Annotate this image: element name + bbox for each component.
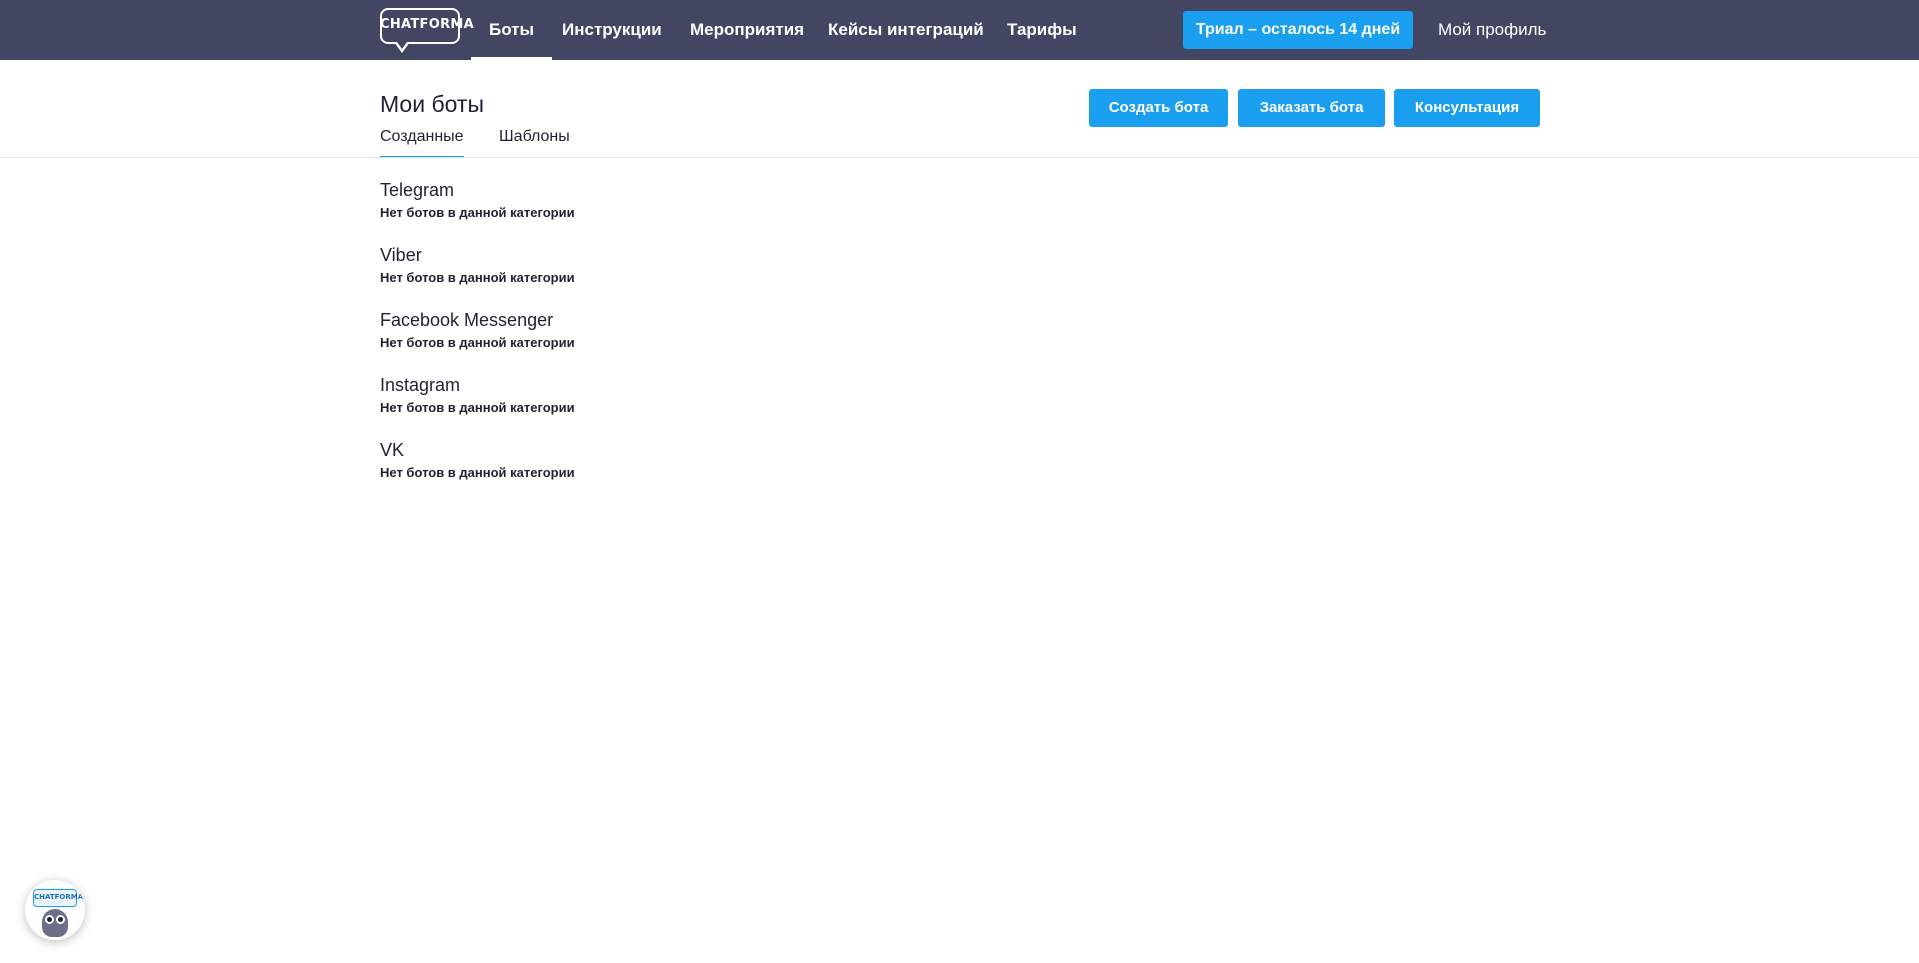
category-empty-message: Нет ботов в данной категории bbox=[380, 465, 575, 480]
page-title: Мои боты bbox=[380, 91, 484, 117]
category-empty-message: Нет ботов в данной категории bbox=[380, 205, 575, 220]
top-navbar: CHATFORMA Боты Инструкции Мероприятия Ке… bbox=[0, 0, 1919, 60]
category-empty-message: Нет ботов в данной категории bbox=[380, 270, 575, 285]
category-name: Telegram bbox=[380, 180, 455, 200]
profile-link[interactable]: Мой профиль bbox=[1438, 0, 1546, 60]
chatforma-logo[interactable]: CHATFORMA bbox=[380, 8, 474, 54]
category-name: Instagram bbox=[380, 375, 461, 395]
nav-link-events[interactable]: Мероприятия bbox=[690, 0, 804, 60]
category-vk: VK Нет ботов в данной категории bbox=[380, 439, 575, 481]
support-chat-widget[interactable]: CHATFORMA bbox=[25, 880, 85, 940]
create-bot-button[interactable]: Создать бота bbox=[1089, 89, 1228, 127]
category-name: VK bbox=[380, 440, 405, 460]
owl-eye-left bbox=[45, 915, 54, 924]
order-bot-button[interactable]: Заказать бота bbox=[1238, 89, 1385, 127]
category-name: Viber bbox=[380, 245, 422, 265]
category-viber: Viber Нет ботов в данной категории bbox=[380, 244, 575, 286]
category-empty-message: Нет ботов в данной категории bbox=[380, 400, 575, 415]
widget-logo: CHATFORMA bbox=[33, 889, 83, 907]
consultation-button[interactable]: Консультация bbox=[1394, 89, 1540, 127]
tab-created[interactable]: Созданные bbox=[380, 128, 464, 158]
category-facebook-messenger: Facebook Messenger Нет ботов в данной ка… bbox=[380, 309, 575, 351]
owl-eye-right bbox=[56, 915, 65, 924]
nav-link-instructions[interactable]: Инструкции bbox=[562, 0, 662, 60]
nav-link-bots[interactable]: Боты bbox=[470, 0, 553, 60]
category-instagram: Instagram Нет ботов в данной категории bbox=[380, 374, 575, 416]
category-name: Facebook Messenger bbox=[380, 310, 554, 330]
trial-button[interactable]: Триал – осталось 14 дней bbox=[1183, 11, 1413, 49]
chatforma-owl-icon bbox=[42, 909, 68, 937]
logo-speech-tail-inner bbox=[397, 42, 407, 49]
header-divider bbox=[0, 157, 1919, 158]
category-empty-message: Нет ботов в данной категории bbox=[380, 335, 575, 350]
nav-link-pricing[interactable]: Тарифы bbox=[1007, 0, 1077, 60]
tab-templates[interactable]: Шаблоны bbox=[499, 128, 570, 158]
category-telegram: Telegram Нет ботов в данной категории bbox=[380, 179, 575, 221]
nav-link-integration-cases[interactable]: Кейсы интеграций bbox=[828, 0, 984, 60]
logo-text: CHATFORMA bbox=[380, 17, 474, 32]
